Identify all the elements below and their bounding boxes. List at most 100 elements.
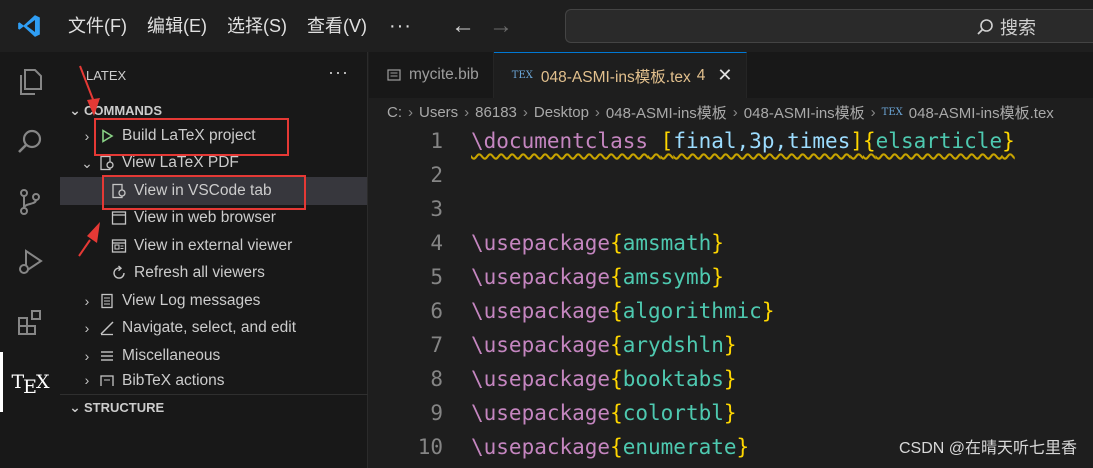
latex-command: \usepackage xyxy=(471,367,611,391)
chevron-right-icon: › xyxy=(84,347,90,364)
bibtex-icon xyxy=(96,374,118,386)
tab-main-tex[interactable]: TEX 048-ASMI-ins模板.tex 4 ✕ xyxy=(493,52,748,98)
latex-command: \documentclass xyxy=(471,129,649,153)
latex-argument: amsmath xyxy=(622,231,712,255)
code-line: 3 xyxy=(369,192,1093,226)
structure-section-header[interactable]: ⌄ STRUCTURE xyxy=(60,395,368,419)
activity-bar: TEX xyxy=(0,52,60,468)
source-control-icon[interactable] xyxy=(0,172,60,232)
chevron-right-icon: › xyxy=(84,371,90,386)
latex-command: \usepackage xyxy=(471,435,611,459)
watermark: CSDN @在晴天听七里香 xyxy=(898,440,1077,457)
log-icon xyxy=(96,293,118,309)
tex-file-icon: TEX xyxy=(881,106,903,118)
close-icon[interactable]: ✕ xyxy=(717,65,732,86)
tree-item-label: BibTeX actions xyxy=(122,371,225,386)
search-icon[interactable] xyxy=(0,112,60,172)
menu-edit[interactable]: 编辑(E) xyxy=(137,0,217,52)
tex-file-icon: TEX xyxy=(511,70,533,81)
editor: mycite.bib TEX 048-ASMI-ins模板.tex 4 ✕ C:… xyxy=(369,52,1093,468)
menu-view[interactable]: 查看(V) xyxy=(297,0,377,52)
code-line: 4 \usepackage{amsmath} xyxy=(369,226,1093,260)
breadcrumb-item[interactable]: 048-ASMI-ins模板 xyxy=(744,102,865,123)
latex-argument: booktabs xyxy=(622,367,724,391)
back-arrow-icon[interactable]: ← xyxy=(444,0,482,52)
annotation-box-vscode-tab xyxy=(102,175,306,210)
line-number: 10 xyxy=(417,435,443,459)
tab-mycite-bib[interactable]: mycite.bib xyxy=(369,52,494,98)
tab-label: 048-ASMI-ins模板.tex xyxy=(540,68,691,86)
latex-command: \usepackage xyxy=(471,401,611,425)
latex-command: \usepackage xyxy=(471,231,611,255)
code-line: 2 xyxy=(369,158,1093,192)
tree-item-label: View in web browser xyxy=(134,209,276,227)
tree-item-label: View Log messages xyxy=(122,291,261,309)
code-line: 5 \usepackage{amssymb} xyxy=(369,260,1093,294)
code-line: 8 \usepackage{booktabs} xyxy=(369,362,1093,396)
line-number: 6 xyxy=(430,299,443,323)
line-number: 9 xyxy=(430,401,443,425)
chevron-right-icon: › xyxy=(84,292,90,309)
command-center-search[interactable]: 搜索 xyxy=(565,9,1093,43)
structure-section: ⌄ STRUCTURE xyxy=(60,394,368,419)
line-number: 5 xyxy=(430,265,443,289)
code-line: 1 \documentclass [final,3p,times]{elsart… xyxy=(369,124,1093,158)
tree-item-log-messages[interactable]: › View Log messages xyxy=(60,287,367,315)
line-number: 2 xyxy=(430,163,443,187)
code-line: 9 \usepackage{colortbl} xyxy=(369,396,1093,430)
latex-argument: colortbl xyxy=(622,401,724,425)
search-label: 搜索 xyxy=(1000,18,1036,38)
extensions-icon[interactable] xyxy=(0,292,60,352)
menu-file[interactable]: 文件(F) xyxy=(58,0,137,52)
tex-icon[interactable]: TEX xyxy=(0,352,60,412)
line-number: 8 xyxy=(430,367,443,391)
tree-item-navigate[interactable]: › Navigate, select, and edit xyxy=(60,315,367,343)
menu-bar: 文件(F) 编辑(E) 选择(S) 查看(V) ··· xyxy=(58,0,424,52)
forward-arrow-icon[interactable]: → xyxy=(482,0,520,52)
explorer-icon[interactable] xyxy=(0,52,60,112)
run-debug-icon[interactable] xyxy=(0,232,60,292)
menu-more-button[interactable]: ··· xyxy=(377,0,424,52)
breadcrumb-item[interactable]: C: xyxy=(387,104,402,121)
chevron-down-icon: ⌄ xyxy=(69,398,81,415)
chevron-right-icon: › xyxy=(522,103,528,121)
bib-file-icon xyxy=(387,68,401,82)
tree-item-label: Navigate, select, and edit xyxy=(122,319,297,337)
breadcrumb-item[interactable]: 86183 xyxy=(475,104,517,121)
editor-tabs: mycite.bib TEX 048-ASMI-ins模板.tex 4 ✕ xyxy=(369,52,1093,98)
line-number: 1 xyxy=(430,129,443,153)
latex-argument: amssymb xyxy=(622,265,712,289)
vscode-logo-icon xyxy=(0,0,58,52)
tree-item-bibtex[interactable]: › BibTeX actions xyxy=(60,370,367,386)
sidebar-more-button[interactable]: ··· xyxy=(328,62,349,83)
tree-item-label: Miscellaneous xyxy=(122,346,221,364)
latex-argument: elsarticle xyxy=(875,129,1003,153)
tree-item-miscellaneous[interactable]: › Miscellaneous xyxy=(60,342,367,370)
breadcrumb-item[interactable]: 048-ASMI-ins模板 xyxy=(606,102,727,123)
latex-command: \usepackage xyxy=(471,265,611,289)
line-number: 7 xyxy=(430,333,443,357)
tree-item-label: Refresh all viewers xyxy=(134,264,265,282)
title-bar: 文件(F) 编辑(E) 选择(S) 查看(V) ··· ← → 搜索 xyxy=(0,0,1093,52)
code-line: 7 \usepackage{arydshln} xyxy=(369,328,1093,362)
edit-icon xyxy=(96,320,118,336)
problem-count-badge: 4 xyxy=(696,66,706,84)
line-number: 3 xyxy=(430,197,443,221)
tab-label: mycite.bib xyxy=(409,66,479,83)
breadcrumb-item[interactable]: Desktop xyxy=(534,104,589,121)
chevron-right-icon: › xyxy=(84,320,90,337)
breadcrumb-item[interactable]: Users xyxy=(419,104,458,121)
code-line-content: \documentclass [final,3p,times]{elsartic… xyxy=(471,129,1015,153)
list-icon xyxy=(96,348,118,364)
latex-options: final,3p,times xyxy=(673,129,851,153)
menu-selection[interactable]: 选择(S) xyxy=(217,0,297,52)
line-number: 4 xyxy=(430,231,443,255)
chevron-right-icon: › xyxy=(870,103,876,121)
tex-icon-label: TEX xyxy=(11,371,49,398)
tree-item-label: View in external viewer xyxy=(134,236,293,254)
breadcrumb: C: › Users › 86183 › Desktop › 048-ASMI-… xyxy=(369,98,1093,126)
chevron-right-icon: › xyxy=(732,103,738,121)
chevron-right-icon: › xyxy=(464,103,470,121)
tree-item-label: View LaTeX PDF xyxy=(122,154,239,172)
breadcrumb-item[interactable]: 048-ASMI-ins模板.tex xyxy=(909,102,1054,123)
